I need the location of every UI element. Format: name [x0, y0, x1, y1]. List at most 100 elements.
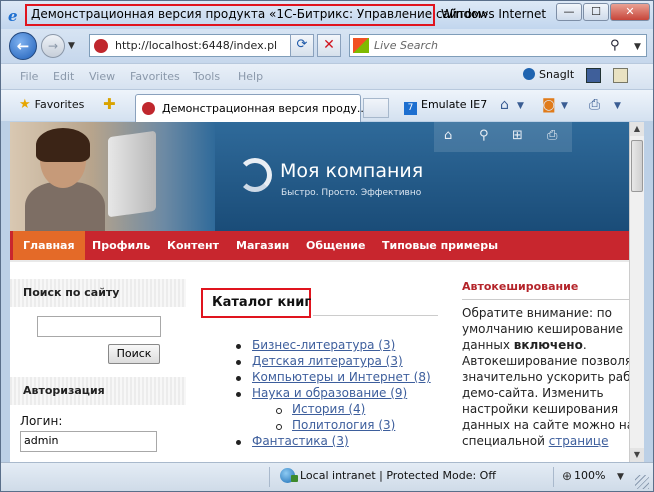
zoom-icon[interactable]: ⊕ [562, 469, 572, 483]
nav-item-content[interactable]: Контент [157, 231, 229, 260]
zoom-level[interactable]: 100% [574, 469, 605, 482]
zoom-chevron-down-icon[interactable]: ▼ [617, 472, 624, 482]
home-chevron-down-icon[interactable]: ▼ [517, 101, 524, 111]
rss-icon[interactable]: ◙ [542, 97, 556, 113]
refresh-button[interactable]: ⟳ [290, 34, 314, 57]
close-button[interactable]: ✕ [610, 3, 650, 21]
address-input[interactable]: http://localhost:6448/index.pl [115, 39, 277, 52]
site-search-input[interactable] [37, 316, 161, 337]
window-title: Демонстрационная версия продукта «1С-Бит… [31, 7, 489, 21]
catalog-title: Каталог книг [212, 295, 312, 310]
catalog-title-underline [313, 315, 438, 316]
tab-active[interactable]: Демонстрационная версия проду... [135, 94, 367, 122]
header-icon-bar: ⌂ ⚲ ⊞ ⎙ [434, 122, 572, 152]
site-home-icon[interactable]: ⌂ [444, 128, 452, 143]
cache-text-line: Обратите внимание: по [462, 306, 612, 320]
menu-view[interactable]: View [89, 70, 115, 83]
catalog-item: Политология (3) [276, 418, 395, 432]
site-print-icon[interactable]: ⎙ [547, 128, 557, 143]
recent-pages-chevron-down-icon[interactable]: ▼ [68, 41, 75, 51]
status-bar: Local intranet | Protected Mode: Off ⊕ 1… [1, 462, 653, 491]
cache-panel-title: Автокеширование [462, 280, 579, 293]
catalog-item: Наука и образование (9) [236, 386, 407, 400]
nav-item-shop[interactable]: Магазин [226, 231, 299, 260]
cache-text-line: данных включено. [462, 338, 587, 352]
print-chevron-down-icon[interactable]: ▼ [614, 101, 621, 111]
menu-edit[interactable]: Edit [53, 70, 74, 83]
auth-panel-header: Авторизация [10, 377, 186, 405]
nav-item-home[interactable]: Главная [13, 231, 85, 260]
favorites-bar: ★ Favorites ✚ Демонстрационная версия про… [1, 89, 653, 122]
rss-chevron-down-icon[interactable]: ▼ [561, 101, 568, 111]
menu-file[interactable]: File [20, 70, 38, 83]
person-body [25, 182, 105, 231]
cache-text-line: значительно ускорить работу [462, 370, 629, 384]
auth-panel-title: Авторизация [23, 384, 105, 397]
catalog-item-link[interactable]: Политология (3) [292, 418, 395, 432]
search-icon[interactable]: ⚲ [610, 38, 620, 53]
catalog-item: Детская литература (3) [236, 354, 403, 368]
catalog-item-link[interactable]: История (4) [292, 402, 365, 416]
home-icon[interactable]: ⌂ [500, 97, 509, 113]
print-icon[interactable]: ⎙ [589, 97, 600, 113]
snagit-editor-icon[interactable] [613, 68, 628, 83]
scroll-down-arrow-icon[interactable]: ▼ [630, 448, 644, 462]
favorites-button[interactable]: ★ Favorites [19, 97, 84, 112]
login-label: Логин: [20, 414, 63, 428]
address-row: ← → ▼ http://localhost:6448/index.pl ⟳ ✕… [1, 29, 653, 63]
catalog-item-link[interactable]: Фантастика (3) [252, 434, 349, 448]
snagit-button[interactable]: SnagIt [523, 68, 574, 81]
catalog-item-link[interactable]: Наука и образование (9) [252, 386, 407, 400]
minimize-button[interactable]: — [556, 3, 582, 21]
zone-lock-icon [291, 475, 298, 482]
company-name[interactable]: Моя компания [280, 160, 423, 182]
site-header: ⌂ ⚲ ⊞ ⎙ Моя компания Быстро. Просто. Эфф… [10, 122, 629, 231]
security-zone-text[interactable]: Local intranet | Protected Mode: Off [300, 469, 496, 482]
sub-bullet-icon [276, 408, 282, 414]
site-map-icon[interactable]: ⊞ [512, 128, 523, 143]
add-favorite-icon[interactable]: ✚ [103, 95, 116, 113]
menu-help[interactable]: Help [238, 70, 263, 83]
catalog-item-link[interactable]: Детская литература (3) [252, 354, 403, 368]
nav-item-examples[interactable]: Типовые примеры [372, 231, 508, 260]
cache-settings-link[interactable]: странице [549, 434, 609, 448]
login-field[interactable]: admin [20, 431, 157, 452]
tab-label: Демонстрационная версия проду... [162, 102, 368, 115]
vertical-scrollbar[interactable]: ▲ ▼ [629, 122, 644, 462]
person-hair [36, 128, 90, 162]
cache-panel-divider [462, 299, 629, 300]
catalog-item-link[interactable]: Бизнес-литература (3) [252, 338, 395, 352]
scroll-thumb[interactable] [631, 140, 643, 192]
stop-button[interactable]: ✕ [317, 34, 341, 57]
back-button[interactable]: ← [9, 32, 37, 60]
cache-text-line: специальной странице [462, 434, 608, 448]
company-tagline: Быстро. Просто. Эффективно [281, 188, 422, 198]
live-search-logo-icon [353, 38, 369, 53]
address-bar[interactable]: http://localhost:6448/index.pl [89, 34, 292, 57]
menu-tools[interactable]: Tools [193, 70, 220, 83]
site-search-button[interactable]: Поиск [108, 344, 160, 364]
resize-grip-icon[interactable] [635, 475, 649, 489]
maximize-button[interactable]: ☐ [583, 3, 609, 21]
emulate-ie7-button[interactable]: 7 Emulate IE7 [404, 98, 487, 115]
catalog-item-link[interactable]: Компьютеры и Интернет (8) [252, 370, 431, 384]
favorites-star-icon: ★ [19, 97, 31, 112]
forward-button[interactable]: → [41, 34, 65, 58]
bullet-icon [236, 376, 241, 381]
nav-item-community[interactable]: Общение [296, 231, 375, 260]
scroll-up-arrow-icon[interactable]: ▲ [630, 122, 644, 136]
bullet-icon [236, 392, 241, 397]
live-search-input[interactable]: Live Search [374, 39, 438, 52]
cache-status-bold: включено [513, 338, 583, 352]
live-search-box[interactable]: Live Search ⚲ ▼ [349, 34, 647, 57]
site-search-icon[interactable]: ⚲ [479, 128, 489, 143]
catalog-item: Фантастика (3) [236, 434, 349, 448]
menu-favorites[interactable]: Favorites [130, 70, 180, 83]
search-options-chevron-down-icon[interactable]: ▼ [634, 42, 641, 52]
favorites-label: Favorites [34, 98, 85, 111]
page-viewport: ⌂ ⚲ ⊞ ⎙ Моя компания Быстро. Просто. Эфф… [10, 122, 629, 462]
nav-item-profile[interactable]: Профиль [82, 231, 160, 260]
new-tab-button[interactable] [363, 98, 389, 118]
snagit-capture-icon[interactable] [586, 68, 601, 83]
bullet-icon [236, 360, 241, 365]
